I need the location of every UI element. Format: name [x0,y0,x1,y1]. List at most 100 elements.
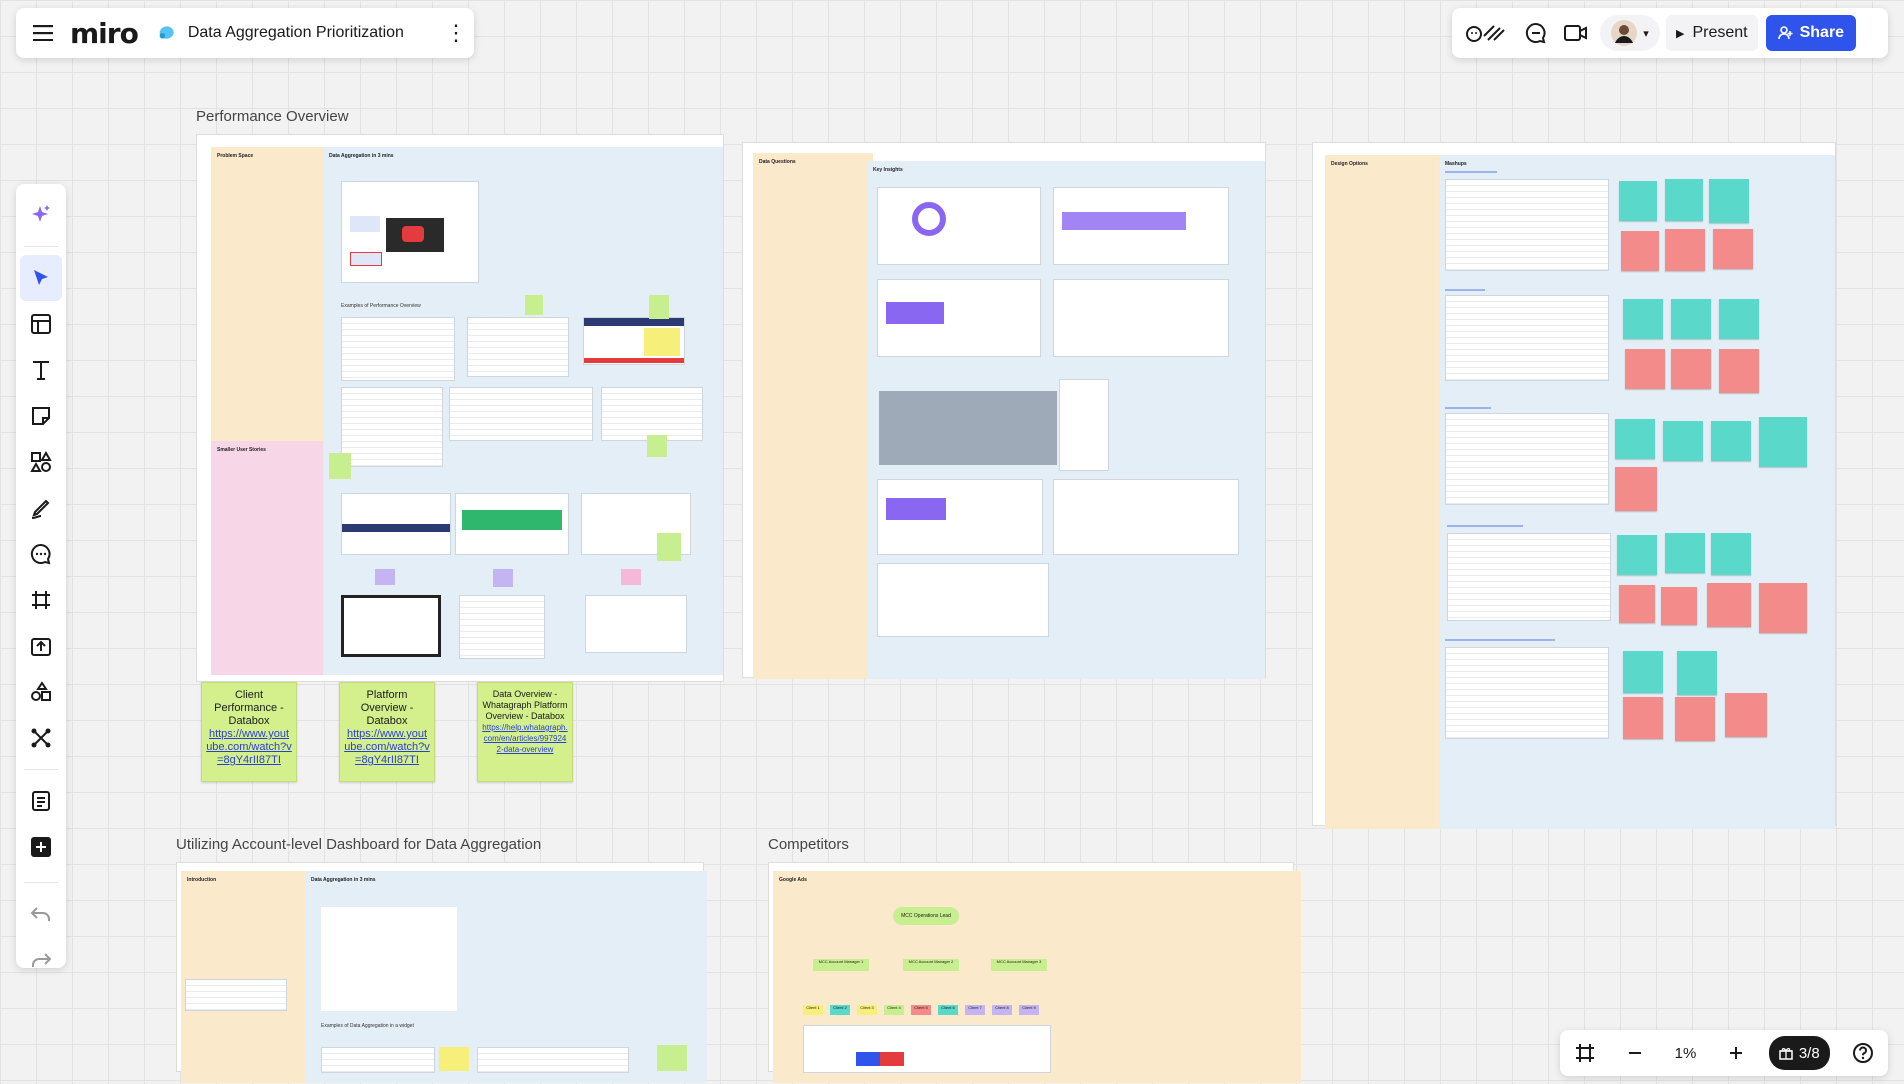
frames-pager[interactable]: 3/8 [1768,1036,1830,1070]
share-button[interactable]: Share [1765,15,1857,51]
fit-to-screen-icon[interactable] [1568,1036,1602,1070]
sticky-link[interactable]: https://www.youtube.com/watch?v=8gY4rII8… [344,728,430,766]
pen-icon[interactable] [16,485,66,531]
sticky-teal[interactable] [1709,179,1749,223]
sticky-teal[interactable] [1617,535,1657,575]
mashup-screen-3[interactable] [1445,413,1609,505]
client-node[interactable]: Client 2 [830,1005,850,1015]
sticky-teal[interactable] [1711,533,1751,575]
org-node-operations-lead[interactable]: MCC Operations Lead [893,907,959,925]
widget-sticky[interactable] [657,1045,687,1071]
sticky-red[interactable] [1661,587,1697,625]
example-table-4[interactable] [341,387,443,467]
google-ads-screenshot[interactable] [803,1025,1051,1073]
miro-logo[interactable]: miro [70,17,139,50]
client-node[interactable]: Client 9 [1019,1005,1039,1015]
sticky-teal[interactable] [1619,181,1657,221]
insight-chart-2[interactable] [877,279,1041,357]
redo-icon[interactable] [16,937,66,983]
example-dashboard-2[interactable] [455,493,569,555]
link-underline-5[interactable] [1445,639,1555,641]
insight-line-chart[interactable] [877,563,1049,637]
video-thumbnail[interactable] [341,181,479,283]
integrations-icon[interactable] [16,715,66,761]
frame-design-options[interactable]: Design Options Mashups [1312,142,1836,829]
intro-screenshot[interactable] [185,979,287,1011]
client-node[interactable]: Client 8 [992,1005,1012,1015]
mashup-screen-1[interactable] [1445,179,1609,271]
comment-icon[interactable] [16,531,66,577]
example-dark-screen[interactable] [341,595,441,657]
insight-chart-3[interactable] [1053,279,1229,357]
board-title[interactable]: Data Aggregation Prioritization [188,24,438,42]
client-node[interactable]: Client 6 [938,1005,958,1015]
example-dashboard-1[interactable] [341,493,451,555]
org-node-manager-2[interactable]: MCC Account Manager 2 [903,959,959,971]
hamburger-menu-icon[interactable] [16,8,70,58]
sticky-platform-overview-databox[interactable]: Platform Overview - Databox https://www.… [339,682,435,782]
widget-note[interactable] [439,1047,469,1071]
example-table-6[interactable] [601,387,703,441]
add-more-icon[interactable] [16,824,66,870]
example-grid[interactable] [585,595,687,653]
sticky-link[interactable]: https://www.youtube.com/watch?v=8gY4rII8… [206,728,292,766]
zoom-level[interactable]: 1% [1668,1036,1702,1070]
sticky-teal[interactable] [1665,179,1703,221]
frame-title-account-dashboard[interactable]: Utilizing Account-level Dashboard for Da… [176,836,541,853]
mashup-screen-4[interactable] [1447,533,1611,621]
mini-sticky-3[interactable] [647,435,667,457]
text-tool-icon[interactable] [16,347,66,393]
insight-chart-5[interactable] [1053,479,1239,555]
sticky-note-icon[interactable] [16,393,66,439]
mashup-screen-2[interactable] [1445,295,1609,381]
client-node[interactable]: Client 1 [803,1005,823,1015]
sticky-red[interactable] [1671,349,1711,389]
insight-heatmap[interactable] [879,391,1057,465]
frame-account-dashboard[interactable]: Introduction Data Aggregation in 3 mins … [176,862,707,1083]
example-table-7[interactable] [459,595,545,659]
sticky-teal[interactable] [1719,299,1759,339]
tag-databox[interactable] [493,569,513,587]
mini-sticky-1[interactable] [525,295,543,315]
client-node[interactable]: Client 3 [857,1005,877,1015]
sticky-teal[interactable] [1671,299,1711,339]
sticky-red[interactable] [1623,697,1663,739]
insight-donut[interactable] [877,187,1041,265]
sticky-red[interactable] [1625,349,1665,389]
client-node[interactable]: Client 5 [911,1005,931,1015]
insight-chart-4[interactable] [877,479,1043,555]
undo-icon[interactable] [16,891,66,937]
sticky-teal[interactable] [1665,533,1705,573]
widget-example-2[interactable] [477,1047,629,1073]
more-vertical-icon[interactable]: ⋮ [438,20,474,46]
sticky-teal[interactable] [1711,421,1751,461]
frame-competitors[interactable]: Google Ads MCC Operations Lead MCC Accou… [768,862,1301,1083]
sticky-red[interactable] [1621,231,1659,271]
notes-icon[interactable] [16,778,66,824]
frame-title-performance-overview[interactable]: Performance Overview [196,108,349,125]
link-underline-4[interactable] [1447,525,1523,527]
present-button[interactable]: ▶ Present [1666,15,1758,51]
example-table-5[interactable] [449,387,593,441]
frame-title-competitors[interactable]: Competitors [768,836,849,853]
mashup-screen-5[interactable] [1445,647,1609,739]
sticky-red[interactable] [1759,583,1807,633]
org-node-manager-1[interactable]: MCC Account Manager 1 [813,959,869,971]
sticky-teal[interactable] [1677,651,1717,695]
tag-whatagraph[interactable] [375,569,395,585]
select-cursor-icon[interactable] [20,255,62,301]
mini-sticky-5[interactable] [329,453,351,479]
widget-example-1[interactable] [321,1047,435,1073]
video-call-icon[interactable] [1556,15,1596,51]
mini-sticky-4[interactable] [657,533,681,561]
sticky-link[interactable]: https://help.whatagraph.com/en/articles/… [482,723,567,754]
sticky-red[interactable] [1719,349,1759,393]
collaborators-avatar[interactable]: ▾ [1600,15,1660,51]
org-node-manager-3[interactable]: MCC Account Manager 3 [991,959,1047,971]
sticky-teal[interactable] [1615,419,1655,459]
sticky-red[interactable] [1675,697,1715,741]
reactions-icon[interactable] [1458,15,1516,51]
zoom-out-icon[interactable] [1618,1036,1652,1070]
insight-heatmap-legend[interactable] [1059,379,1109,471]
sticky-data-overview-whatagraph[interactable]: Data Overview - Whatagraph Platform Over… [477,682,573,782]
